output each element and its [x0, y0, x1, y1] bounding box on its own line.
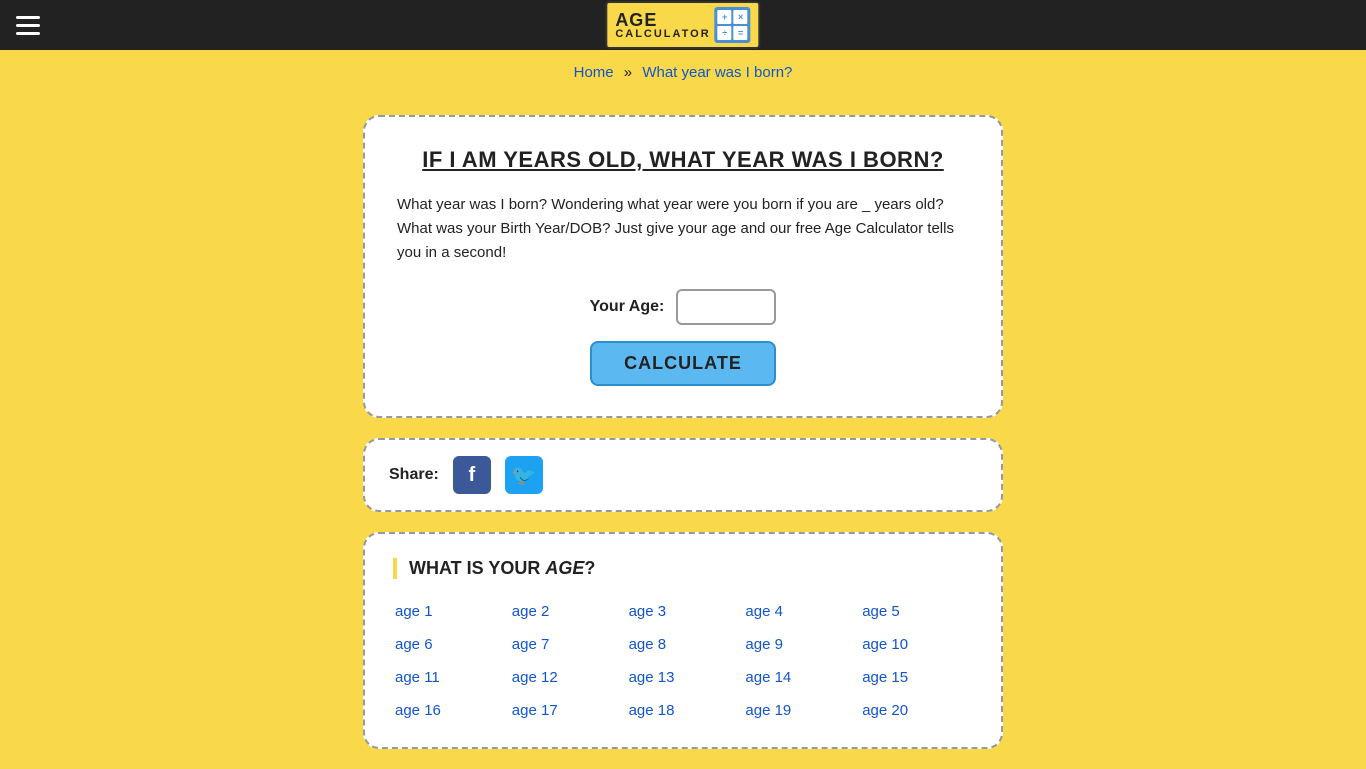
menu-button[interactable] — [0, 4, 56, 47]
age-link[interactable]: age 8 — [627, 632, 740, 657]
age-link[interactable]: age 19 — [743, 698, 856, 723]
age-link[interactable]: age 5 — [860, 599, 973, 624]
age-link[interactable]: age 14 — [743, 665, 856, 690]
age-link[interactable]: age 17 — [510, 698, 623, 723]
calculate-button-row: CALCULATE — [397, 341, 969, 386]
age-link[interactable]: age 12 — [510, 665, 623, 690]
main-content: IF I AM YEARS OLD, WHAT YEAR WAS I BORN?… — [0, 95, 1366, 769]
calculator-card: IF I AM YEARS OLD, WHAT YEAR WAS I BORN?… — [363, 115, 1003, 418]
age-link[interactable]: age 20 — [860, 698, 973, 723]
share-label: Share: — [389, 466, 439, 484]
age-grid: age 1age 2age 3age 4age 5 age 6age 7age 8… — [393, 599, 973, 723]
age-link[interactable]: age 10 — [860, 632, 973, 657]
age-link[interactable]: age 18 — [627, 698, 740, 723]
share-card: Share: f 🐦 — [363, 438, 1003, 512]
facebook-share-button[interactable]: f — [453, 456, 491, 494]
age-section-title: WHAT IS YOUR AGE? — [393, 558, 973, 579]
breadcrumb: Home » What year was I born? — [0, 50, 1366, 95]
logo-text-age: AGE — [615, 11, 710, 29]
logo: AGE CALCULATOR + × ÷ = — [605, 1, 760, 49]
breadcrumb-separator: » — [624, 64, 632, 81]
age-link[interactable]: age 3 — [627, 599, 740, 624]
calculator-title: IF I AM YEARS OLD, WHAT YEAR WAS I BORN? — [397, 147, 969, 173]
age-label: Your Age: — [590, 298, 665, 316]
logo-text-calculator: CALCULATOR — [615, 29, 710, 40]
twitter-share-button[interactable]: 🐦 — [505, 456, 543, 494]
age-links-section: WHAT IS YOUR AGE? age 1age 2age 3age 4ag… — [363, 532, 1003, 749]
calculate-button[interactable]: CALCULATE — [590, 341, 776, 386]
age-link[interactable]: age 7 — [510, 632, 623, 657]
age-link[interactable]: age 2 — [510, 599, 623, 624]
age-link[interactable]: age 4 — [743, 599, 856, 624]
logo-icon: + × ÷ = — [715, 7, 751, 43]
calculator-description: What year was I born? Wondering what yea… — [397, 193, 969, 265]
age-link[interactable]: age 11 — [393, 665, 506, 690]
header: AGE CALCULATOR + × ÷ = — [0, 0, 1366, 50]
age-link[interactable]: age 13 — [627, 665, 740, 690]
breadcrumb-current[interactable]: What year was I born? — [642, 64, 792, 81]
age-link[interactable]: age 6 — [393, 632, 506, 657]
age-input[interactable] — [676, 289, 776, 325]
breadcrumb-home[interactable]: Home — [574, 64, 614, 81]
age-input-row: Your Age: — [397, 289, 969, 325]
age-link[interactable]: age 1 — [393, 599, 506, 624]
age-link[interactable]: age 16 — [393, 698, 506, 723]
age-link[interactable]: age 15 — [860, 665, 973, 690]
age-link[interactable]: age 9 — [743, 632, 856, 657]
